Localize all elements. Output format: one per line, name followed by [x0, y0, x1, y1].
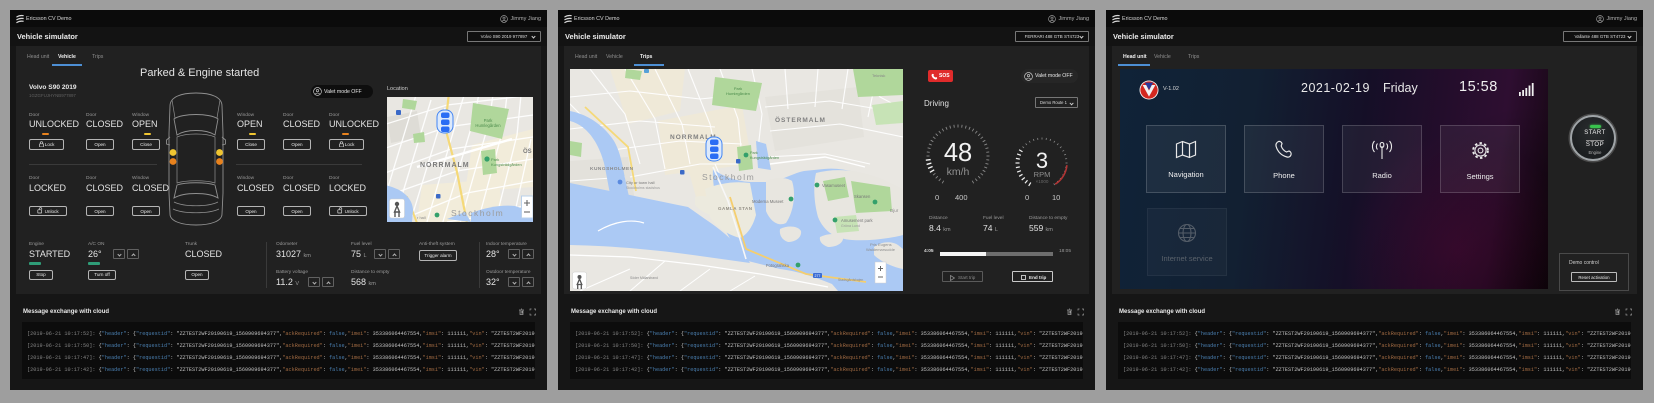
svg-text:Djur: Djur — [890, 208, 899, 213]
svg-text:Kungsträdgården: Kungsträdgården — [750, 156, 779, 160]
svg-text:GAMLA STAN: GAMLA STAN — [718, 206, 753, 211]
svg-text:Kungsträdgården: Kungsträdgården — [491, 162, 522, 167]
svg-text:Amusement park: Amusement park — [841, 218, 874, 223]
svg-text:Park: Park — [750, 151, 758, 155]
svg-text:r hall: r hall — [417, 215, 426, 220]
svg-text:Skansen: Skansen — [854, 194, 871, 199]
svg-text:Humlegården: Humlegården — [475, 123, 501, 128]
svg-text:Fotografiska: Fotografiska — [766, 263, 790, 268]
svg-text:City or town hall: City or town hall — [626, 180, 655, 185]
svg-text:Moderna Museet: Moderna Museet — [752, 199, 784, 204]
svg-text:Stockholms stadshus: Stockholms stadshus — [626, 186, 660, 190]
svg-text:277: 277 — [815, 274, 821, 278]
svg-text:Vasamuseet: Vasamuseet — [822, 183, 846, 188]
svg-text:Gröna Lund: Gröna Lund — [841, 224, 860, 228]
svg-text:KUNGSHOLMEN: KUNGSHOLMEN — [590, 166, 634, 172]
svg-text:ÖS: ÖS — [523, 148, 532, 155]
svg-text:Waldemarsudde: Waldemarsudde — [866, 247, 896, 252]
svg-text:Söder Mälarstrand: Söder Mälarstrand — [630, 276, 658, 280]
svg-text:Humlegården: Humlegården — [726, 91, 750, 96]
svg-text:NORRMALM: NORRMALM — [420, 162, 470, 169]
svg-text:ÖSTERMALM: ÖSTERMALM — [775, 115, 826, 124]
svg-text:Stockholm: Stockholm — [702, 172, 755, 182]
svg-text:Stadsgårdskajen: Stadsgårdskajen — [838, 278, 863, 282]
svg-text:Teknisk: Teknisk — [872, 73, 885, 78]
svg-text:Stockholm: Stockholm — [451, 208, 504, 218]
